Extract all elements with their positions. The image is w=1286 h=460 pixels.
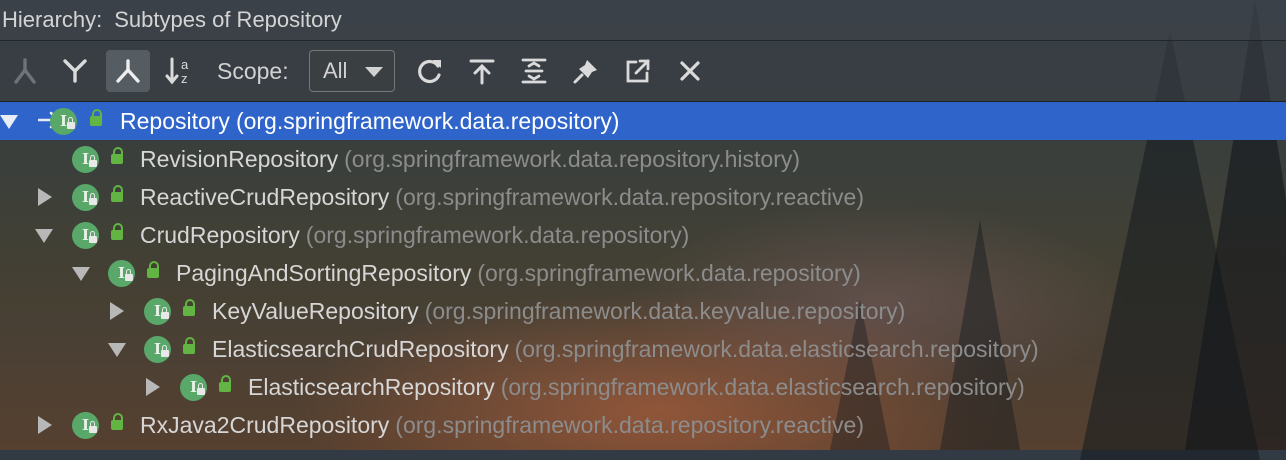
class-hierarchy-icon bbox=[12, 57, 38, 85]
svg-text:z: z bbox=[181, 71, 188, 86]
tree-row-label: CrudRepository (org.springframework.data.… bbox=[140, 216, 689, 254]
close-button[interactable] bbox=[668, 50, 712, 92]
class-hierarchy-button[interactable] bbox=[3, 50, 47, 92]
public-lock-icon bbox=[219, 375, 231, 392]
public-lock-icon bbox=[111, 147, 123, 164]
package-name: (org.springframework.data.repository) bbox=[235, 108, 620, 134]
lock-icon bbox=[89, 421, 97, 433]
tree-row-label: RevisionRepository (org.springframework.d… bbox=[140, 140, 800, 178]
lock-icon bbox=[67, 117, 75, 129]
collapse-toggle[interactable] bbox=[35, 229, 53, 243]
public-lock-icon bbox=[90, 109, 102, 126]
lock-icon bbox=[89, 231, 97, 243]
tree-row-label: ReactiveCrudRepository (org.springframewo… bbox=[140, 178, 864, 216]
collapse-toggle[interactable] bbox=[108, 343, 126, 357]
expand-toggle[interactable] bbox=[146, 378, 160, 396]
type-name: ElasticsearchCrudRepository bbox=[212, 336, 509, 362]
tree-row[interactable]: I ElasticsearchCrudRepository (org.spring… bbox=[0, 330, 1286, 368]
type-name: ElasticsearchRepository bbox=[248, 374, 495, 400]
type-name: Repository bbox=[120, 108, 230, 134]
public-lock-icon bbox=[147, 261, 159, 278]
public-lock-icon bbox=[111, 185, 123, 202]
chevron-down-icon bbox=[365, 67, 383, 77]
package-name: (org.springframework.data.elasticsearch.… bbox=[500, 374, 1025, 400]
lock-icon bbox=[89, 193, 97, 205]
lock-icon bbox=[161, 345, 169, 357]
tree-row-label: RxJava2CrudRepository (org.springframewor… bbox=[140, 406, 864, 444]
title-label: Hierarchy: bbox=[2, 7, 103, 32]
lock-icon bbox=[89, 155, 97, 167]
svg-text:a: a bbox=[181, 57, 189, 72]
expand-all-icon bbox=[520, 57, 548, 85]
tree-row-label: PagingAndSortingRepository (org.springfra… bbox=[176, 254, 861, 292]
public-lock-icon bbox=[183, 337, 195, 354]
tree-row[interactable]: I ReactiveCrudRepository (org.springframe… bbox=[0, 178, 1286, 216]
pin-icon bbox=[572, 57, 600, 85]
scope-dropdown[interactable]: All bbox=[309, 50, 395, 92]
tree-row[interactable]: I RxJava2CrudRepository (org.springframew… bbox=[0, 406, 1286, 444]
supertypes-hierarchy-button[interactable] bbox=[53, 50, 97, 92]
tree-row[interactable]: I RevisionRepository (org.springframework… bbox=[0, 140, 1286, 178]
tree-row-label: Repository (org.springframework.data.repo… bbox=[120, 102, 619, 140]
scope-value: All bbox=[323, 58, 348, 83]
tree-row-label: ElasticsearchRepository (org.springframew… bbox=[248, 368, 1025, 406]
tree-row[interactable]: I KeyValueRepository (org.springframework… bbox=[0, 292, 1286, 330]
tree-row[interactable]: I Repository (org.springframework.data.re… bbox=[0, 102, 1286, 140]
sort-alphabetically-button[interactable]: az bbox=[158, 50, 202, 92]
expand-toggle[interactable] bbox=[38, 416, 52, 434]
subtypes-hierarchy-icon bbox=[114, 58, 142, 84]
lock-icon bbox=[161, 307, 169, 319]
package-name: (org.springframework.data.repository.his… bbox=[344, 146, 801, 172]
type-name: RxJava2CrudRepository bbox=[140, 412, 390, 438]
scope-label: Scope: bbox=[217, 58, 289, 84]
package-name: (org.springframework.data.repository) bbox=[477, 260, 861, 286]
type-name: KeyValueRepository bbox=[212, 298, 419, 324]
lock-icon bbox=[197, 383, 205, 395]
title-subtitle: Subtypes of Repository bbox=[114, 7, 342, 32]
package-name: (org.springframework.data.repository.rea… bbox=[395, 412, 864, 438]
tree-row-label: ElasticsearchCrudRepository (org.springfr… bbox=[212, 330, 1039, 368]
sort-alphabetically-icon: az bbox=[165, 56, 195, 86]
package-name: (org.springframework.data.repository.rea… bbox=[395, 184, 864, 210]
expand-toggle[interactable] bbox=[38, 188, 52, 206]
hierarchy-tree: I Repository (org.springframework.data.re… bbox=[0, 102, 1286, 450]
hierarchy-title-bar: Hierarchy: Subtypes of Repository bbox=[0, 0, 1286, 41]
scroll-from-source-button[interactable] bbox=[460, 50, 504, 92]
package-name: (org.springframework.data.elasticsearch.… bbox=[514, 336, 1039, 362]
scroll-from-source-icon bbox=[468, 57, 496, 85]
type-name: ReactiveCrudRepository bbox=[140, 184, 390, 210]
type-name: RevisionRepository bbox=[140, 146, 339, 172]
package-name: (org.springframework.data.keyvalue.repos… bbox=[424, 298, 906, 324]
close-icon bbox=[678, 59, 702, 83]
tree-row[interactable]: I PagingAndSortingRepository (org.springf… bbox=[0, 254, 1286, 292]
open-in-new-window-icon bbox=[624, 57, 652, 85]
open-in-new-window-button[interactable] bbox=[616, 50, 660, 92]
expand-all-button[interactable] bbox=[512, 50, 556, 92]
package-name: (org.springframework.data.repository) bbox=[305, 222, 690, 248]
public-lock-icon bbox=[183, 299, 195, 316]
supertypes-hierarchy-icon bbox=[61, 58, 89, 84]
tree-row-label: KeyValueRepository (org.springframework.d… bbox=[212, 292, 905, 330]
refresh-icon bbox=[416, 57, 444, 85]
lock-icon bbox=[125, 269, 133, 281]
collapse-toggle[interactable] bbox=[72, 267, 90, 281]
collapse-toggle[interactable] bbox=[0, 115, 18, 129]
tree-row[interactable]: I CrudRepository (org.springframework.dat… bbox=[0, 216, 1286, 254]
tree-row[interactable]: I ElasticsearchRepository (org.springfram… bbox=[0, 368, 1286, 406]
type-name: CrudRepository bbox=[140, 222, 300, 248]
expand-toggle[interactable] bbox=[110, 302, 124, 320]
type-name: PagingAndSortingRepository bbox=[176, 260, 472, 286]
public-lock-icon bbox=[111, 223, 123, 240]
pin-button[interactable] bbox=[564, 50, 608, 92]
subtypes-hierarchy-button[interactable] bbox=[106, 50, 150, 92]
public-lock-icon bbox=[111, 413, 123, 430]
refresh-button[interactable] bbox=[408, 50, 452, 92]
